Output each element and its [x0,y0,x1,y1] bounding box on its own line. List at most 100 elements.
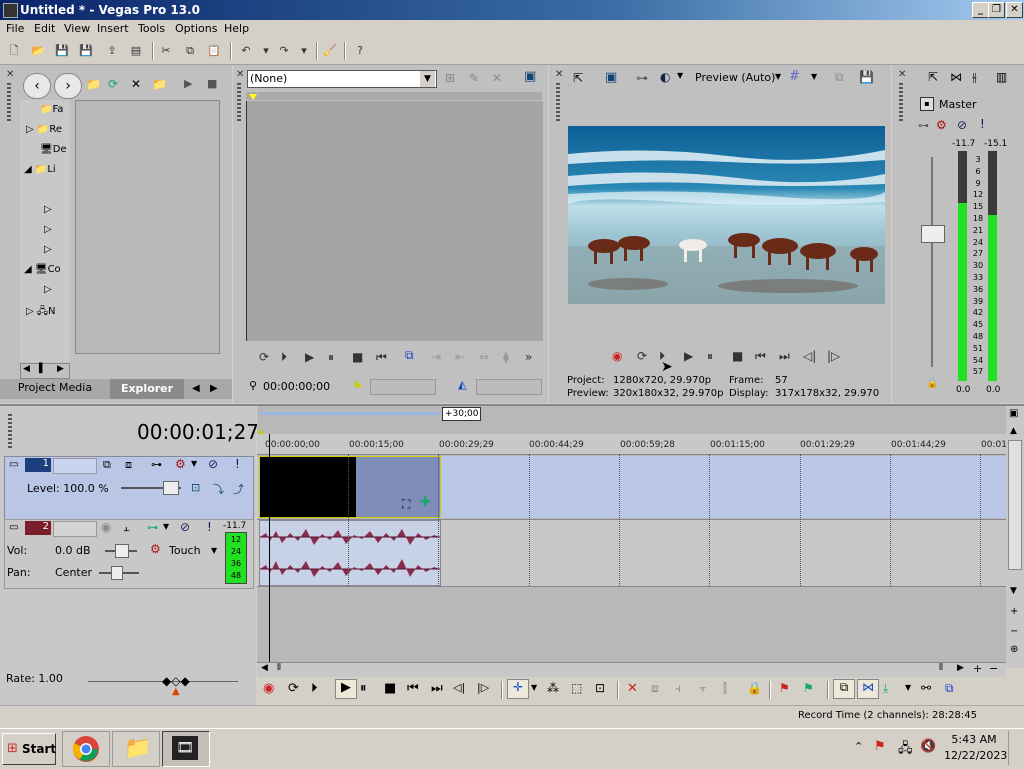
menu-tools[interactable]: Tools [138,22,165,35]
taskbar-file-explorer[interactable]: 📁 [112,731,160,767]
dock-close-icon[interactable]: ✕ [6,69,14,80]
zoom-in-icon[interactable]: + [1010,606,1018,617]
previous-frame-icon[interactable]: ◁| [803,349,816,363]
start-button[interactable]: ⊞ Start [2,733,56,765]
timeline-tracks[interactable]: +30;00 ◣ 00:00:00;00 00:00:15;00 00:00:2… [257,406,1024,662]
go-to-start-icon[interactable]: ⏮ [376,350,387,365]
event-fx-icon[interactable]: ✚ [420,495,431,510]
insert-effect-icon[interactable]: ⊶ [918,119,929,132]
solo-icon[interactable]: ! [207,520,212,534]
play-icon[interactable]: ▶ [305,350,314,364]
mixer-properties-icon[interactable]: ⇱ [928,70,938,84]
pan-slider-handle[interactable] [111,566,123,580]
chevron-down-icon[interactable]: ▼ [531,683,537,692]
track-collapse-icon[interactable]: ▭ [9,459,18,470]
video-track-header[interactable]: ▭ 1 ⧉ ⧈ ⊶ ⚙ ▼ ⊘ ! Level: 100.0 % ⊡ ⤵ ⤴ [4,456,254,520]
time-ruler[interactable]: 00:00:00;00 00:00:15;00 00:00:29;29 00:0… [257,434,1024,455]
automation-gear-icon[interactable]: ⚙ [150,542,161,556]
lock-icon[interactable]: 🔒 [926,378,938,389]
save-icon[interactable]: 💾 [54,43,70,59]
trimmer-ruler[interactable] [246,92,542,100]
loop-icon[interactable]: ⟳ [259,350,269,364]
tree-item[interactable]: ▷ [44,244,52,255]
menu-help[interactable]: Help [224,22,249,35]
envelope-tool-icon[interactable]: ⁂ [547,681,559,695]
zoom-in-icon[interactable]: + [973,662,982,675]
scroll-thumb-end[interactable]: ⦀ [939,663,943,673]
play-icon[interactable]: ▶ [684,349,693,363]
zoom-out-icon[interactable]: − [989,662,998,675]
paste-icon[interactable]: 📋 [206,43,222,59]
taskbar-vegas-pro[interactable]: 🎞 [162,731,210,767]
track-motion-icon[interactable]: ⊶ [151,458,162,471]
trimmer-source-dropdown[interactable]: (None) ▼ [247,70,437,88]
downmix-icon[interactable]: ⋈ [950,70,962,84]
chevron-down-icon[interactable]: ▼ [905,683,911,692]
redo-icon[interactable]: ↷ [276,43,292,59]
scroll-down-icon[interactable]: ▼ [1010,586,1017,596]
marker-icon[interactable]: ▣ [1009,408,1018,419]
make-compositing-child-icon[interactable]: ⧈ [125,458,132,472]
fit-icon[interactable]: ⇔ [479,350,489,364]
record-icon[interactable]: ◉ [263,681,274,696]
audio-track-header[interactable]: ▭ 2 ◉ ⫠ ⊶ ▼ ⊘ ! -11.7 12 24 36 48 Vol: 0… [4,519,254,589]
menu-edit[interactable]: Edit [34,22,55,35]
scroll-right-icon[interactable]: ▶ [957,663,964,673]
zoom-tool-icon[interactable]: ⊡ [595,681,605,695]
network-icon[interactable]: 🖧 [898,739,913,761]
audio-icon[interactable]: ⧫ [503,350,509,364]
previous-frame-icon[interactable]: ◁| [453,681,465,694]
go-to-start-icon[interactable]: ⏮ [407,681,419,696]
video-event[interactable]: ⛶ ✚ [259,456,441,518]
loop-icon[interactable]: ⟳ [288,681,299,696]
track-collapse-icon[interactable]: ▭ [9,522,18,533]
undo-icon[interactable]: ↶ [238,43,254,59]
tree-item[interactable]: ▷ [44,224,52,235]
master-fader-handle[interactable] [921,225,945,243]
play-from-start-icon[interactable]: ⏵ [311,681,318,696]
record-icon[interactable]: ◉ [612,349,622,363]
delete-icon[interactable]: ✕ [627,681,638,696]
scroll-thumb[interactable] [1008,440,1022,570]
stop-icon[interactable]: ■ [732,349,743,363]
solo-icon[interactable]: ! [980,117,985,131]
arm-record-icon[interactable]: ◉ [101,520,111,534]
new-folder-icon[interactable]: 📁 [152,77,167,91]
whats-this-help-icon[interactable]: ? [352,43,368,59]
playhead-cursor[interactable] [269,434,270,662]
preview-video-frame[interactable] [568,126,885,304]
trimmer-in-field[interactable] [370,379,436,395]
fx-icon[interactable]: ⚙ [936,118,947,132]
tab-scroll-right-icon[interactable]: ▶ [210,383,218,394]
tab-scroll-left-icon[interactable]: ◀ [192,383,200,394]
trim-end-icon[interactable]: ⫟ [699,681,706,696]
mute-icon[interactable]: ⊘ [180,520,190,534]
zoom-tool-icon[interactable]: ⊕ [1010,644,1018,655]
loop-region-bar[interactable] [259,412,439,415]
tree-desktop[interactable]: 🖥De [40,144,67,155]
insert-icon[interactable]: ⇥ [431,350,441,364]
solo-icon[interactable]: ! [235,457,240,471]
scroll-thumb[interactable]: ⦀ [277,663,281,673]
action-center-icon[interactable]: ⚑ [874,739,886,754]
dock-close-icon[interactable]: ✕ [236,69,244,80]
insert-marker-icon[interactable]: ⚑ [779,681,790,695]
next-frame-icon[interactable]: |▷ [827,349,840,363]
audio-event[interactable] [259,520,441,586]
tree-favorites[interactable]: 📁Fa [40,104,63,115]
open-icon[interactable]: 📂 [30,43,46,59]
delete-icon[interactable]: ✕ [131,77,141,91]
external-monitor-icon[interactable]: ▣ [605,70,617,85]
forward-icon[interactable]: › [54,73,82,99]
clear-icon[interactable]: ✕ [492,71,502,85]
play-icon[interactable]: ▶ [335,679,357,699]
tree-libraries[interactable]: ◢ 📁Li [24,164,56,175]
play-from-start-icon[interactable]: ⏵ [281,350,287,365]
trim-icon[interactable]: ⧈ [651,681,659,696]
menu-insert[interactable]: Insert [97,22,129,35]
chevron-down-icon[interactable]: ▼ [163,522,169,531]
timeline-horizontal-scrollbar[interactable]: ◀ ⦀ ⦀ ▶ + − [257,662,1006,677]
pause-icon[interactable]: ⏸ [707,349,713,364]
copy-snapshot-icon[interactable]: ⧉ [835,70,844,85]
properties-icon[interactable]: ▤ [128,43,144,59]
